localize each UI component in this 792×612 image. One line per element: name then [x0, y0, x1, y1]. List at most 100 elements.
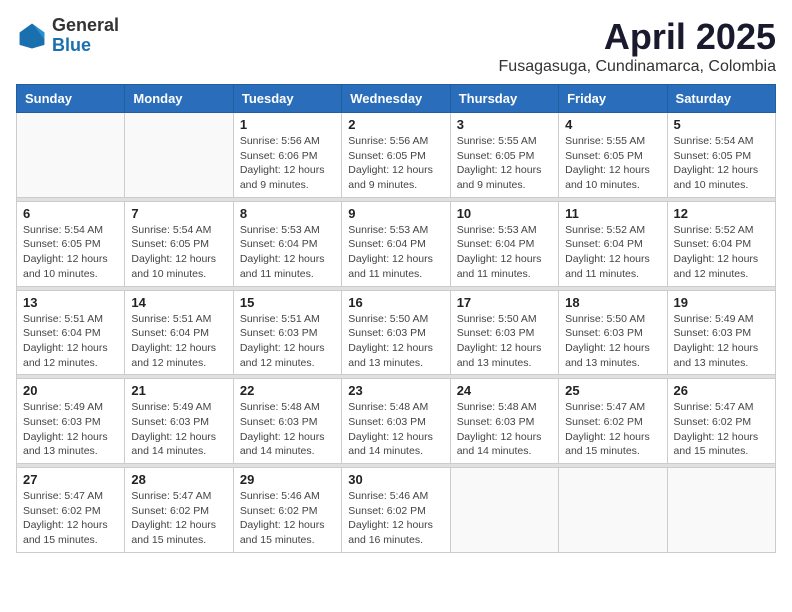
logo-blue-text: Blue: [52, 36, 119, 56]
header-monday: Monday: [125, 85, 233, 113]
day-number: 20: [23, 383, 118, 398]
table-row: 28Sunrise: 5:47 AM Sunset: 6:02 PM Dayli…: [125, 468, 233, 553]
day-info: Sunrise: 5:52 AM Sunset: 6:04 PM Dayligh…: [565, 223, 660, 282]
table-row: [667, 468, 775, 553]
day-info: Sunrise: 5:47 AM Sunset: 6:02 PM Dayligh…: [565, 400, 660, 459]
table-row: 1Sunrise: 5:56 AM Sunset: 6:06 PM Daylig…: [233, 113, 341, 198]
day-info: Sunrise: 5:56 AM Sunset: 6:05 PM Dayligh…: [348, 134, 443, 193]
day-info: Sunrise: 5:49 AM Sunset: 6:03 PM Dayligh…: [674, 312, 769, 371]
day-info: Sunrise: 5:55 AM Sunset: 6:05 PM Dayligh…: [457, 134, 552, 193]
day-number: 4: [565, 117, 660, 132]
day-info: Sunrise: 5:47 AM Sunset: 6:02 PM Dayligh…: [674, 400, 769, 459]
table-row: [559, 468, 667, 553]
table-row: 19 Sunrise: 5:49 AM Sunset: 6:03 PM Dayli…: [667, 290, 775, 375]
day-number: 3: [457, 117, 552, 132]
header: General Blue April 2025 Fusagasuga, Cund…: [16, 16, 776, 76]
day-number: 5: [674, 117, 769, 132]
table-row: 20 Sunrise: 5:49 AM Sunset: 6:03 PM Dayli…: [17, 379, 125, 464]
table-row: 18 Sunrise: 5:50 AM Sunset: 6:03 PM Dayli…: [559, 290, 667, 375]
title-area: April 2025 Fusagasuga, Cundinamarca, Col…: [499, 16, 776, 76]
table-row: 6 Sunrise: 5:54 AM Sunset: 6:05 PM Daylig…: [17, 201, 125, 286]
day-info: Sunrise: 5:51 AM Sunset: 6:04 PM Dayligh…: [23, 312, 118, 371]
day-number: 13: [23, 295, 118, 310]
table-row: 10 Sunrise: 5:53 AM Sunset: 6:04 PM Dayli…: [450, 201, 558, 286]
table-row: 21 Sunrise: 5:49 AM Sunset: 6:03 PM Dayli…: [125, 379, 233, 464]
day-info: Sunrise: 5:52 AM Sunset: 6:04 PM Dayligh…: [674, 223, 769, 282]
day-number: 17: [457, 295, 552, 310]
main-title: April 2025: [499, 16, 776, 58]
day-info: Sunrise: 5:48 AM Sunset: 6:03 PM Dayligh…: [457, 400, 552, 459]
logo: General Blue: [16, 16, 119, 56]
day-info: Sunrise: 5:50 AM Sunset: 6:03 PM Dayligh…: [457, 312, 552, 371]
table-row: 12 Sunrise: 5:52 AM Sunset: 6:04 PM Dayli…: [667, 201, 775, 286]
table-row: 25 Sunrise: 5:47 AM Sunset: 6:02 PM Dayli…: [559, 379, 667, 464]
day-info: Sunrise: 5:47 AM Sunset: 6:02 PM Dayligh…: [131, 489, 226, 548]
day-number: 21: [131, 383, 226, 398]
day-info: Sunrise: 5:49 AM Sunset: 6:03 PM Dayligh…: [23, 400, 118, 459]
table-row: 29 Sunrise: 5:46 AM Sunset: 6:02 PM Dayli…: [233, 468, 341, 553]
day-number: 12: [674, 206, 769, 221]
table-row: 4Sunrise: 5:55 AM Sunset: 6:05 PM Daylig…: [559, 113, 667, 198]
table-row: 5Sunrise: 5:54 AM Sunset: 6:05 PM Daylig…: [667, 113, 775, 198]
day-number: 14: [131, 295, 226, 310]
logo-general-text: General: [52, 16, 119, 36]
day-info: Sunrise: 5:53 AM Sunset: 6:04 PM Dayligh…: [348, 223, 443, 282]
header-thursday: Thursday: [450, 85, 558, 113]
day-number: 8: [240, 206, 335, 221]
day-info: Sunrise: 5:53 AM Sunset: 6:04 PM Dayligh…: [240, 223, 335, 282]
table-row: 15 Sunrise: 5:51 AM Sunset: 6:03 PM Dayli…: [233, 290, 341, 375]
day-info: Sunrise: 5:51 AM Sunset: 6:03 PM Dayligh…: [240, 312, 335, 371]
day-info: Sunrise: 5:49 AM Sunset: 6:03 PM Dayligh…: [131, 400, 226, 459]
calendar-week-row: 1Sunrise: 5:56 AM Sunset: 6:06 PM Daylig…: [17, 113, 776, 198]
day-number: 2: [348, 117, 443, 132]
day-number: 27: [23, 472, 118, 487]
day-info: Sunrise: 5:48 AM Sunset: 6:03 PM Dayligh…: [240, 400, 335, 459]
day-number: 30: [348, 472, 443, 487]
table-row: 2 Sunrise: 5:56 AM Sunset: 6:05 PM Daylig…: [342, 113, 450, 198]
day-number: 18: [565, 295, 660, 310]
table-row: 23 Sunrise: 5:48 AM Sunset: 6:03 PM Dayli…: [342, 379, 450, 464]
logo-icon: [16, 20, 48, 52]
day-number: 22: [240, 383, 335, 398]
table-row: 11 Sunrise: 5:52 AM Sunset: 6:04 PM Dayli…: [559, 201, 667, 286]
table-row: 26Sunrise: 5:47 AM Sunset: 6:02 PM Dayli…: [667, 379, 775, 464]
table-row: 17 Sunrise: 5:50 AM Sunset: 6:03 PM Dayli…: [450, 290, 558, 375]
calendar-table: Sunday Monday Tuesday Wednesday Thursday…: [16, 84, 776, 553]
subtitle: Fusagasuga, Cundinamarca, Colombia: [499, 58, 776, 76]
day-info: Sunrise: 5:53 AM Sunset: 6:04 PM Dayligh…: [457, 223, 552, 282]
day-number: 19: [674, 295, 769, 310]
day-number: 25: [565, 383, 660, 398]
day-info: Sunrise: 5:54 AM Sunset: 6:05 PM Dayligh…: [131, 223, 226, 282]
table-row: 8 Sunrise: 5:53 AM Sunset: 6:04 PM Daylig…: [233, 201, 341, 286]
day-number: 10: [457, 206, 552, 221]
calendar-week-row: 13 Sunrise: 5:51 AM Sunset: 6:04 PM Dayli…: [17, 290, 776, 375]
calendar-week-row: 27 Sunrise: 5:47 AM Sunset: 6:02 PM Dayli…: [17, 468, 776, 553]
day-number: 16: [348, 295, 443, 310]
header-friday: Friday: [559, 85, 667, 113]
day-number: 6: [23, 206, 118, 221]
header-tuesday: Tuesday: [233, 85, 341, 113]
table-row: 16 Sunrise: 5:50 AM Sunset: 6:03 PM Dayli…: [342, 290, 450, 375]
table-row: 7 Sunrise: 5:54 AM Sunset: 6:05 PM Daylig…: [125, 201, 233, 286]
table-row: 9Sunrise: 5:53 AM Sunset: 6:04 PM Daylig…: [342, 201, 450, 286]
day-number: 15: [240, 295, 335, 310]
day-info: Sunrise: 5:47 AM Sunset: 6:02 PM Dayligh…: [23, 489, 118, 548]
calendar-header-row: Sunday Monday Tuesday Wednesday Thursday…: [17, 85, 776, 113]
day-info: Sunrise: 5:54 AM Sunset: 6:05 PM Dayligh…: [23, 223, 118, 282]
day-number: 29: [240, 472, 335, 487]
table-row: [450, 468, 558, 553]
day-number: 1: [240, 117, 335, 132]
table-row: [17, 113, 125, 198]
day-info: Sunrise: 5:50 AM Sunset: 6:03 PM Dayligh…: [348, 312, 443, 371]
day-info: Sunrise: 5:51 AM Sunset: 6:04 PM Dayligh…: [131, 312, 226, 371]
header-sunday: Sunday: [17, 85, 125, 113]
day-number: 7: [131, 206, 226, 221]
day-info: Sunrise: 5:46 AM Sunset: 6:02 PM Dayligh…: [240, 489, 335, 548]
table-row: 14 Sunrise: 5:51 AM Sunset: 6:04 PM Dayli…: [125, 290, 233, 375]
table-row: 22 Sunrise: 5:48 AM Sunset: 6:03 PM Dayli…: [233, 379, 341, 464]
day-number: 23: [348, 383, 443, 398]
header-saturday: Saturday: [667, 85, 775, 113]
day-info: Sunrise: 5:50 AM Sunset: 6:03 PM Dayligh…: [565, 312, 660, 371]
day-number: 11: [565, 206, 660, 221]
day-info: Sunrise: 5:48 AM Sunset: 6:03 PM Dayligh…: [348, 400, 443, 459]
